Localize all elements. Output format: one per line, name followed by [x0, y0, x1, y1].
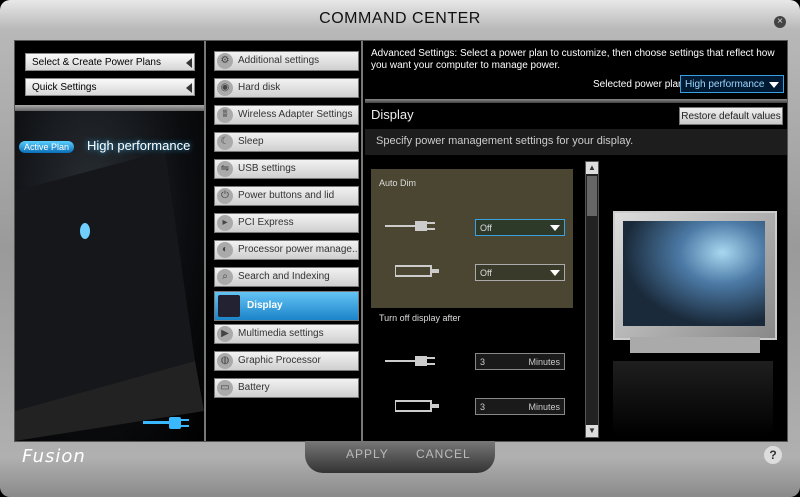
plug-icon: [385, 221, 435, 231]
auto-dim-battery-value: Off: [480, 268, 492, 278]
arrow-left-icon: [186, 58, 192, 68]
turn-off-plugged-value: 3: [480, 357, 486, 367]
vertical-scrollbar[interactable]: ▲ ▼: [585, 161, 599, 438]
monitor-screen: [623, 221, 765, 326]
section-title: Display: [371, 107, 414, 122]
category-label: Processor power manage...: [238, 244, 359, 255]
chevron-down-icon: [769, 82, 779, 88]
window-title: COMMAND CENTER: [319, 10, 481, 27]
category-label: Power buttons and lid: [238, 190, 335, 201]
category-usb[interactable]: ⇋ USB settings: [214, 159, 359, 179]
category-label: Display: [247, 300, 283, 311]
category-label: PCI Express: [238, 217, 294, 228]
active-plan-value: High performance: [87, 138, 191, 153]
arrow-left-icon: [186, 83, 192, 93]
plug-icon: [143, 417, 189, 429]
processor-icon: ◐: [217, 242, 233, 258]
turn-off-battery-value: 3: [480, 402, 486, 412]
section-description: Specify power management settings for yo…: [376, 135, 634, 147]
quick-settings-label: Quick Settings: [32, 82, 97, 93]
category-display[interactable]: Display: [214, 291, 359, 321]
power-icon: ⏻: [217, 188, 233, 204]
category-multimedia[interactable]: ▶ Multimedia settings: [214, 324, 359, 344]
category-sleep[interactable]: ☾ Sleep: [214, 132, 359, 152]
category-label: Multimedia settings: [238, 328, 324, 339]
wireless-icon: ʬ: [217, 107, 233, 123]
settings-panel: Advanced Settings: Select a power plan t…: [365, 41, 787, 441]
usb-icon: ⇋: [217, 161, 233, 177]
turn-off-display-label: Turn off display after: [379, 313, 461, 323]
laptop-graphic: [15, 151, 204, 441]
category-processor[interactable]: ◐ Processor power manage...: [214, 240, 359, 260]
turn-off-battery-input[interactable]: 3 Minutes: [475, 398, 565, 415]
category-additional-settings[interactable]: ⚙ Additional settings: [214, 51, 359, 71]
battery-icon: [395, 265, 439, 277]
scroll-up-icon[interactable]: ▲: [586, 162, 598, 174]
select-create-power-plans-button[interactable]: Select & Create Power Plans: [25, 53, 195, 71]
auto-dim-battery-dropdown[interactable]: Off: [475, 264, 565, 281]
apply-button[interactable]: APPLY: [346, 447, 389, 461]
plug-icon: [385, 356, 435, 366]
selected-plan-label: Selected power plan: [593, 79, 684, 90]
turn-off-plugged-input[interactable]: 3 Minutes: [475, 353, 565, 370]
fusion-logo: Fusion: [22, 446, 86, 467]
category-label: Hard disk: [238, 82, 281, 93]
restore-defaults-button[interactable]: Restore default values: [679, 107, 783, 125]
advanced-settings-text: Advanced Settings: Select a power plan t…: [371, 48, 775, 71]
left-column: Select & Create Power Plans Quick Settin…: [15, 41, 206, 441]
play-icon: ▶: [217, 326, 233, 342]
auto-dim-plugged-value: Off: [480, 223, 492, 233]
category-label: Additional settings: [238, 55, 320, 66]
category-label: Sleep: [238, 136, 264, 147]
hard-disk-icon: ◉: [217, 80, 233, 96]
search-icon: ⌕: [217, 269, 233, 285]
category-label: Wireless Adapter Settings: [238, 109, 353, 120]
chevron-down-icon: [550, 270, 560, 276]
quick-settings-button[interactable]: Quick Settings: [25, 78, 195, 96]
auto-dim-panel: [371, 169, 573, 308]
monitor-preview-image: [613, 211, 777, 340]
display-icon: [218, 295, 240, 317]
help-icon[interactable]: ?: [764, 446, 782, 464]
chevron-down-icon: [550, 225, 560, 231]
select-create-label: Select & Create Power Plans: [32, 57, 161, 68]
settings-category-list: ⚙ Additional settings ◉ Hard disk ʬ Wire…: [206, 41, 363, 441]
category-search-indexing[interactable]: ⌕ Search and Indexing: [214, 267, 359, 287]
moon-icon: ☾: [217, 134, 233, 150]
category-battery[interactable]: ▭ Battery: [214, 378, 359, 398]
minutes-unit: Minutes: [528, 357, 560, 367]
auto-dim-label: Auto Dim: [379, 178, 417, 188]
category-wireless[interactable]: ʬ Wireless Adapter Settings: [214, 105, 359, 125]
auto-dim-plugged-dropdown[interactable]: Off: [475, 219, 565, 236]
category-power-buttons[interactable]: ⏻ Power buttons and lid: [214, 186, 359, 206]
laptop-image: [15, 111, 204, 441]
cancel-button[interactable]: CANCEL: [416, 447, 471, 461]
category-pci-express[interactable]: ▸ PCI Express: [214, 213, 359, 233]
category-label: Search and Indexing: [238, 271, 330, 282]
battery-icon: ▭: [217, 380, 233, 396]
close-icon[interactable]: ×: [774, 16, 786, 28]
category-graphic-processor[interactable]: ◍ Graphic Processor: [214, 351, 359, 371]
monitor-stand: [630, 337, 760, 353]
monitor-reflection: [613, 361, 773, 436]
header-divider: [365, 99, 787, 103]
main-area: Select & Create Power Plans Quick Settin…: [14, 40, 788, 442]
selected-plan-value: High performance: [685, 79, 765, 90]
scroll-down-icon[interactable]: ▼: [586, 425, 598, 437]
pci-icon: ▸: [217, 215, 233, 231]
category-label: USB settings: [238, 163, 296, 174]
minutes-unit: Minutes: [528, 402, 560, 412]
graphics-icon: ◍: [217, 353, 233, 369]
battery-icon: [395, 400, 439, 412]
selected-plan-dropdown[interactable]: High performance: [680, 75, 784, 93]
category-label: Graphic Processor: [238, 355, 321, 366]
gear-icon: ⚙: [217, 53, 233, 69]
active-plan-badge: Active Plan: [19, 141, 75, 153]
scroll-thumb[interactable]: [587, 176, 597, 216]
category-label: Battery: [238, 382, 270, 393]
category-hard-disk[interactable]: ◉ Hard disk: [214, 78, 359, 98]
